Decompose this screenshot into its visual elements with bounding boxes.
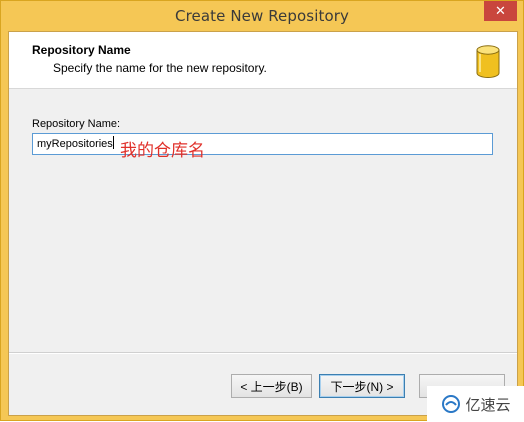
footer-separator xyxy=(9,352,517,354)
database-icon xyxy=(476,45,500,78)
next-button-label: 下一步(N) > xyxy=(330,379,394,394)
next-button[interactable]: 下一步(N) > xyxy=(319,374,405,398)
annotation-text: 我的仓库名 xyxy=(120,141,205,161)
repository-name-value: myRepositories xyxy=(37,138,113,150)
watermark-text: 亿速云 xyxy=(465,395,511,414)
page-title: Repository Name xyxy=(32,43,131,57)
dialog-window: Create New Repository ✕ Repository Name … xyxy=(0,0,524,422)
wizard-header: Repository Name Specify the name for the… xyxy=(9,32,517,89)
title-bar[interactable]: Create New Repository ✕ xyxy=(1,1,523,31)
text-caret xyxy=(112,136,114,149)
close-icon: ✕ xyxy=(495,3,506,19)
repository-name-input[interactable]: myRepositories xyxy=(32,133,493,155)
back-button-label: < 上一步(B) xyxy=(240,379,303,394)
cloud-logo-icon xyxy=(442,395,461,413)
window-title: Create New Repository xyxy=(175,7,349,25)
page-subtitle: Specify the name for the new repository. xyxy=(53,61,267,75)
back-button[interactable]: < 上一步(B) xyxy=(231,374,312,398)
close-button[interactable]: ✕ xyxy=(484,1,517,21)
repository-name-label: Repository Name: xyxy=(32,118,121,130)
dialog-client-area: Repository Name Specify the name for the… xyxy=(8,31,518,416)
watermark: 亿速云 xyxy=(427,386,524,422)
